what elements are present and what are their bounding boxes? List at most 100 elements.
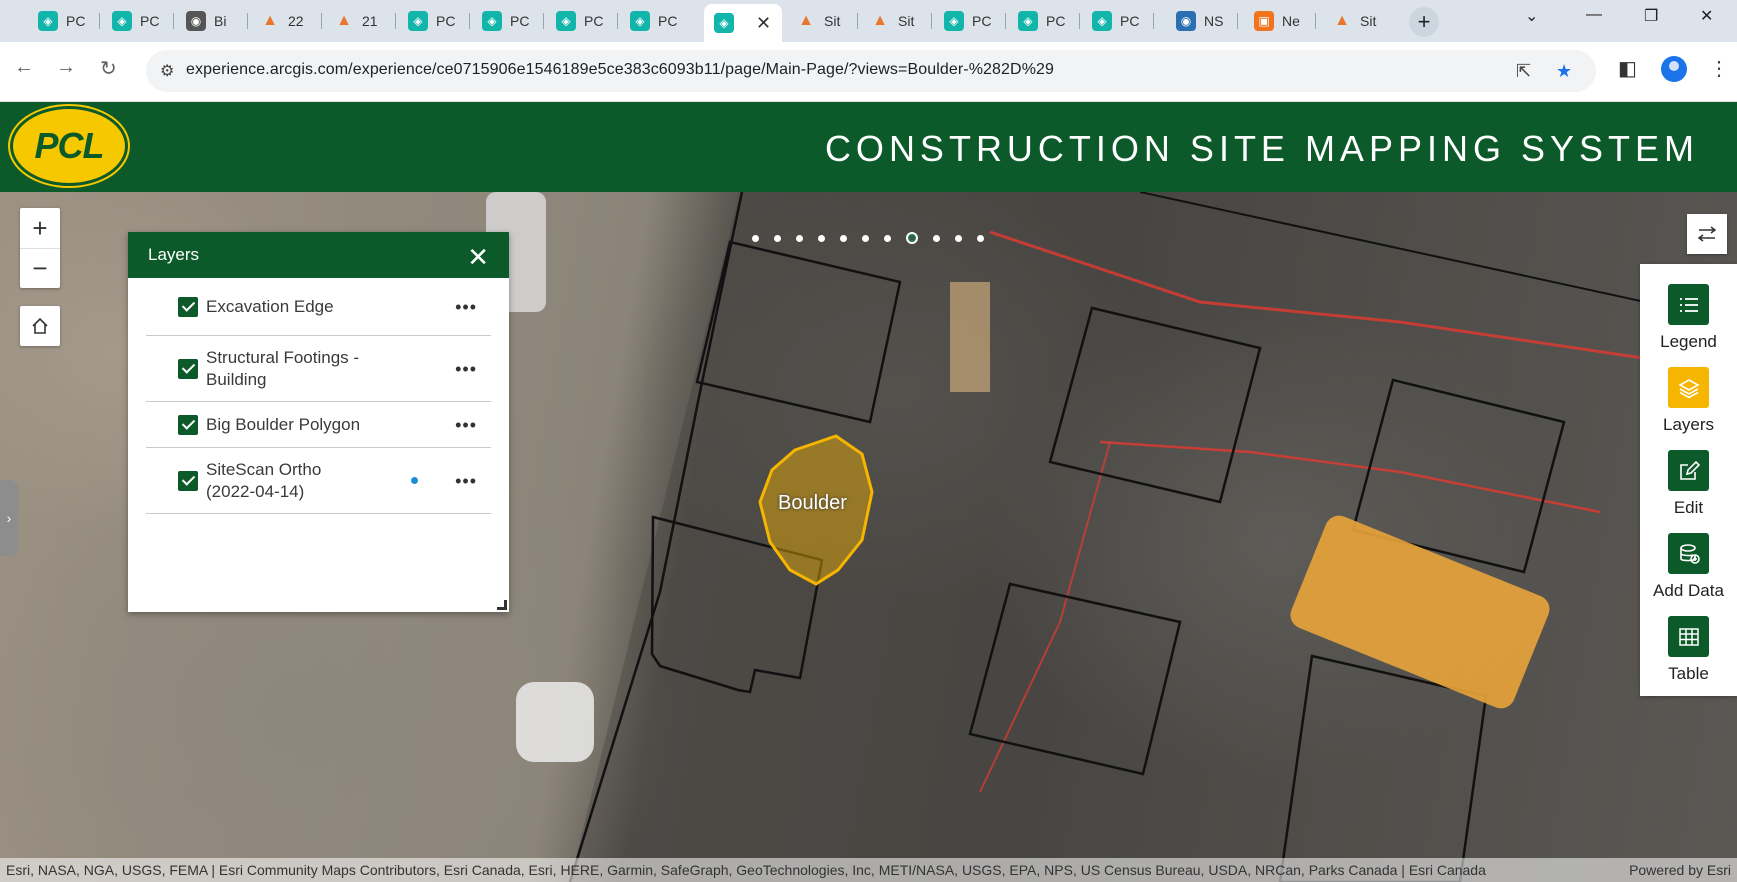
browser-tab[interactable]: ◈ PC	[1008, 6, 1080, 36]
arcgis-orange-icon: ▲	[336, 12, 352, 29]
browser-tab[interactable]: ◈ PC	[398, 6, 470, 36]
browser-tab[interactable]: ◈ PC	[102, 6, 174, 36]
layer-updating-indicator	[411, 477, 418, 484]
view-dot[interactable]	[977, 234, 984, 242]
browser-tab[interactable]: ▲ Sit	[786, 6, 858, 36]
view-dot[interactable]	[840, 234, 847, 242]
layers-panel: Layers ✕ Excavation Edge ••• Structural …	[128, 232, 509, 612]
browser-tab[interactable]: ▲ 22	[250, 6, 322, 36]
browser-tab[interactable]: ▲ Sit	[1322, 6, 1394, 36]
new-tab-button[interactable]: +	[1409, 7, 1439, 37]
layers-button[interactable]: Layers	[1640, 359, 1737, 442]
teal-app-icon: ◈	[714, 13, 734, 33]
zoom-in-button[interactable]: +	[20, 208, 60, 248]
browser-tab[interactable]: ◉ NS	[1166, 6, 1238, 36]
browser-tab[interactable]: ◈ PC	[546, 6, 618, 36]
view-dot[interactable]	[818, 234, 825, 242]
edit-icon	[1668, 450, 1709, 491]
ns-globe-icon: ◉	[1176, 11, 1196, 31]
browser-tab[interactable]: ◈ PC	[472, 6, 544, 36]
teal-app-icon: ◈	[38, 11, 58, 31]
layer-checkbox[interactable]	[178, 414, 198, 435]
layers-panel-header: Layers ✕	[128, 232, 509, 278]
profile-avatar[interactable]	[1661, 56, 1687, 82]
minimize-icon[interactable]: —	[1586, 6, 1602, 24]
share-icon[interactable]: ⇱	[1516, 61, 1531, 82]
boulder-label: Boulder	[778, 492, 847, 514]
layer-item[interactable]: Big Boulder Polygon •••	[146, 402, 491, 448]
arcgis-orange-icon: ▲	[1334, 12, 1350, 29]
map-attribution: Esri, NASA, NGA, USGS, FEMA | Esri Commu…	[0, 858, 1737, 882]
browser-tab-active[interactable]: ◈ ✕	[704, 4, 782, 42]
globe-icon: ◉	[186, 11, 206, 31]
bookmark-star-icon[interactable]: ★	[1556, 61, 1572, 82]
panel-resize-handle[interactable]	[497, 600, 507, 610]
edit-button[interactable]: Edit	[1640, 442, 1737, 525]
reload-icon[interactable]: ↻	[100, 56, 117, 81]
swap-view-button[interactable]	[1687, 214, 1727, 254]
browser-tab[interactable]: ▲ Sit	[860, 6, 932, 36]
browser-tab[interactable]: ◈ PC	[1082, 6, 1154, 36]
teal-app-icon: ◈	[1092, 11, 1112, 31]
attribution-text: Esri, NASA, NGA, USGS, FEMA | Esri Commu…	[6, 862, 1486, 878]
browser-tab[interactable]: ▲ 21	[324, 6, 396, 36]
home-icon	[32, 317, 48, 334]
layer-item[interactable]: Structural Footings - Building •••	[146, 336, 491, 402]
site-info-icon[interactable]: ⚙	[160, 61, 174, 81]
layer-checkbox[interactable]	[178, 358, 198, 379]
app-title: CONSTRUCTION SITE MAPPING SYSTEM	[824, 128, 1699, 169]
expand-side-panel-handle[interactable]: ›	[0, 480, 18, 556]
teal-app-icon: ◈	[944, 11, 964, 31]
legend-button[interactable]: Legend	[1640, 276, 1737, 359]
back-arrow-icon[interactable]: ←	[14, 56, 34, 79]
arcgis-orange-icon: ▲	[872, 12, 888, 29]
view-dot[interactable]	[862, 234, 869, 242]
browser-menu-icon[interactable]: ⋮	[1709, 56, 1729, 81]
view-dot[interactable]	[884, 234, 891, 242]
view-navigation-dots	[752, 232, 999, 244]
browser-tab[interactable]: ◉ Bi	[176, 6, 248, 36]
arcgis-orange-icon: ▲	[262, 12, 278, 29]
powered-by-esri[interactable]: Powered by Esri	[1629, 862, 1731, 878]
layer-item[interactable]: SiteScan Ortho (2022-04-14) •••	[146, 448, 491, 514]
layers-icon	[1668, 367, 1709, 408]
browser-tab[interactable]: ◈ PC	[934, 6, 1006, 36]
table-icon	[1668, 616, 1709, 657]
close-icon[interactable]: ✕	[467, 242, 489, 273]
more-options-icon[interactable]: •••	[455, 470, 477, 492]
teal-app-icon: ◈	[1018, 11, 1038, 31]
browser-tab[interactable]: ▣ Ne	[1244, 6, 1316, 36]
close-tab-icon[interactable]: ✕	[756, 13, 771, 34]
more-options-icon[interactable]: •••	[455, 296, 477, 318]
view-dot[interactable]	[796, 234, 803, 242]
tab-search-chevron-icon[interactable]: ⌄	[1525, 6, 1538, 26]
view-dot[interactable]	[955, 234, 962, 242]
view-dot-current[interactable]	[906, 232, 918, 244]
browser-tab[interactable]: ◈ PC	[28, 6, 100, 36]
layer-label: Structural Footings - Building	[206, 347, 360, 389]
layer-checkbox[interactable]	[178, 296, 198, 317]
address-bar[interactable]: ⚙ experience.arcgis.com/experience/ce071…	[146, 50, 1596, 92]
more-options-icon[interactable]: •••	[455, 358, 477, 380]
layer-item[interactable]: Excavation Edge •••	[146, 278, 491, 336]
side-panel-icon[interactable]: ◧	[1618, 56, 1637, 81]
teal-app-icon: ◈	[556, 11, 576, 31]
teal-app-icon: ◈	[482, 11, 502, 31]
view-dot[interactable]	[774, 234, 781, 242]
close-window-icon[interactable]: ✕	[1700, 6, 1713, 26]
browser-tab[interactable]: ◈ PC	[620, 6, 692, 36]
table-button[interactable]: Table	[1640, 608, 1737, 691]
map-view[interactable]: Boulder + − › Layers ✕ Excavation Edge •…	[0, 192, 1737, 882]
home-button[interactable]	[20, 306, 60, 346]
forward-arrow-icon[interactable]: →	[56, 56, 76, 79]
layer-checkbox[interactable]	[178, 470, 198, 491]
view-dot[interactable]	[933, 234, 940, 242]
restore-icon[interactable]: ❐	[1644, 6, 1658, 26]
layer-label: SiteScan Ortho (2022-04-14)	[206, 459, 322, 501]
more-options-icon[interactable]: •••	[455, 414, 477, 436]
view-dot[interactable]	[752, 234, 759, 242]
teal-app-icon: ◈	[112, 11, 132, 31]
add-data-button[interactable]: Add Data	[1640, 525, 1737, 608]
zoom-out-button[interactable]: −	[20, 248, 60, 288]
url-text[interactable]: experience.arcgis.com/experience/ce07159…	[186, 61, 1054, 79]
